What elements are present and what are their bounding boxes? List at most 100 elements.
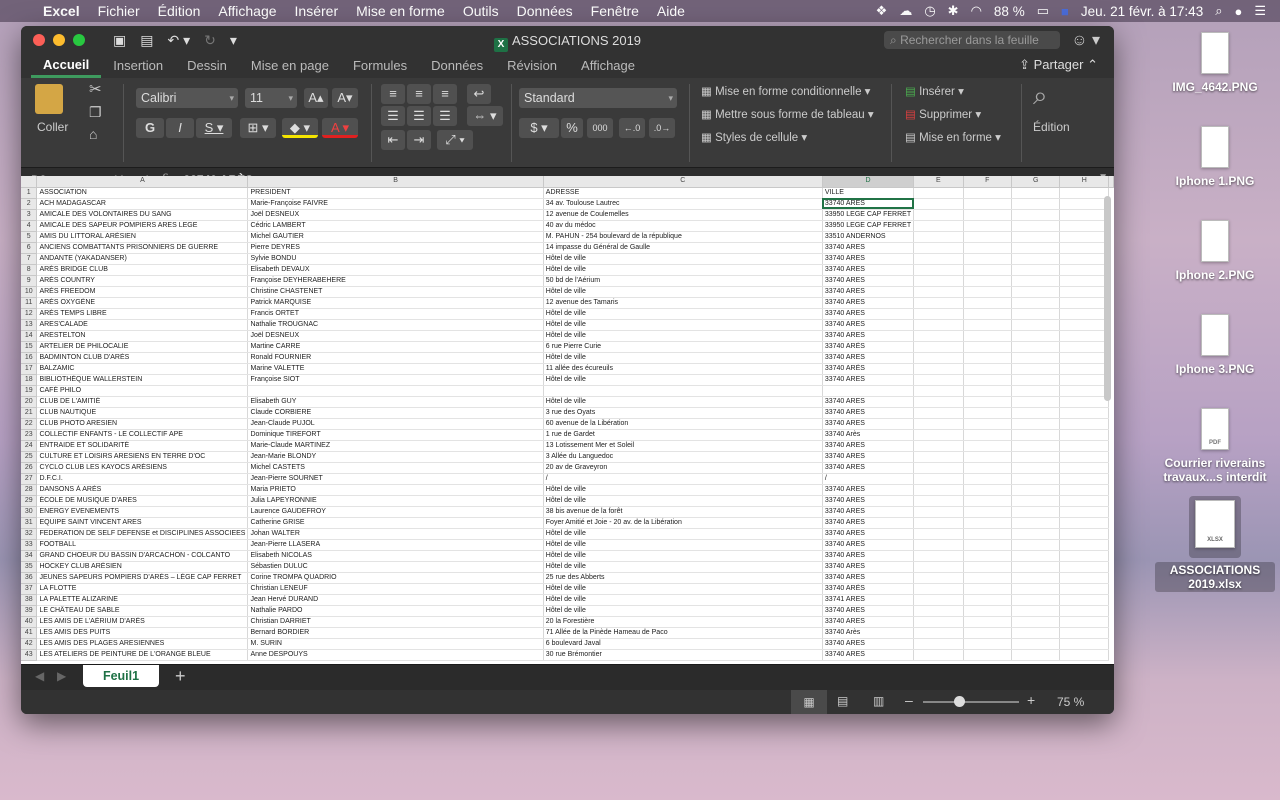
zoom-slider-knob[interactable] xyxy=(954,696,966,707)
cell[interactable] xyxy=(1059,638,1109,650)
cell[interactable]: CLUB PHOTO ARESIEN xyxy=(36,418,249,430)
cell[interactable]: LES AMIS DE L'AÉRIUM D'ARÈS xyxy=(36,616,249,628)
cell[interactable] xyxy=(963,594,1013,606)
cell[interactable]: Ronald FOURNIER xyxy=(247,352,544,364)
fill-color-button[interactable]: ◆ ▾ xyxy=(282,118,318,138)
cell[interactable] xyxy=(963,352,1013,364)
cell[interactable] xyxy=(1011,484,1061,496)
cell[interactable]: 33950 LEGE CAP FERRET xyxy=(822,220,915,232)
row-header[interactable]: 9 xyxy=(21,275,38,287)
cell[interactable] xyxy=(963,517,1013,529)
cell[interactable]: 1 rue de Gardet xyxy=(543,429,823,441)
cell[interactable]: 3 rue des Oyats xyxy=(543,407,823,419)
cell[interactable] xyxy=(963,286,1013,298)
normal-view-button[interactable]: ▦ xyxy=(791,690,827,714)
number-format-select[interactable]: Standard xyxy=(519,88,677,108)
copy-icon[interactable]: ❐ xyxy=(89,104,102,121)
cell[interactable] xyxy=(1059,594,1109,606)
row-header[interactable]: 24 xyxy=(21,440,38,452)
bold-button[interactable]: G xyxy=(136,118,164,138)
cell[interactable]: ARÈS TEMPS LIBRE xyxy=(36,308,249,320)
tab-donnees[interactable]: Données xyxy=(419,54,495,78)
cell[interactable] xyxy=(1011,638,1061,650)
align-middle-button[interactable]: ≡ xyxy=(407,84,431,104)
next-sheet-icon[interactable]: ▶ xyxy=(57,669,66,683)
cell[interactable] xyxy=(963,275,1013,287)
cell[interactable] xyxy=(913,539,964,551)
cell[interactable]: ARTELIER DE PHILOCALIE xyxy=(36,341,249,353)
cell[interactable] xyxy=(913,253,964,265)
page-break-view-icon[interactable]: ▥ xyxy=(873,694,884,708)
previous-sheet-icon[interactable]: ◀ xyxy=(35,669,44,683)
cell[interactable]: 33740 ARES xyxy=(822,396,915,408)
cell[interactable] xyxy=(1059,561,1109,573)
cell[interactable] xyxy=(1059,319,1109,331)
cell[interactable] xyxy=(1059,517,1109,529)
cell[interactable]: Christian DARRIET xyxy=(247,616,544,628)
zoom-window-button[interactable] xyxy=(73,34,85,46)
cell[interactable] xyxy=(963,539,1013,551)
menubar-clock[interactable]: Jeu. 21 févr. à 17:43 xyxy=(1081,4,1203,19)
cell[interactable]: Elisabeth DEVAUX xyxy=(247,264,544,276)
tab-insertion[interactable]: Insertion xyxy=(101,54,175,78)
row-header[interactable]: 20 xyxy=(21,396,38,408)
cell[interactable]: 33740 ARES xyxy=(822,330,915,342)
row-header[interactable]: 25 xyxy=(21,451,38,463)
cell[interactable] xyxy=(1011,374,1061,386)
cell[interactable]: ARÈS COUNTRY xyxy=(36,275,249,287)
cell[interactable] xyxy=(913,462,964,474)
tab-formules[interactable]: Formules xyxy=(341,54,419,78)
cell[interactable] xyxy=(963,451,1013,463)
cell[interactable]: 33740 ARES xyxy=(822,462,915,474)
cell[interactable]: BADMINTON CLUB D'ARÈS xyxy=(36,352,249,364)
cell-styles-button[interactable]: ▦ Styles de cellule ▾ xyxy=(701,130,807,144)
cell[interactable] xyxy=(963,429,1013,441)
cell[interactable] xyxy=(913,275,964,287)
tab-revision[interactable]: Révision xyxy=(495,54,569,78)
minimize-window-button[interactable] xyxy=(53,34,65,46)
font-name-select[interactable]: Calibri xyxy=(136,88,238,108)
align-center-button[interactable]: ☰ xyxy=(407,106,431,126)
cell[interactable] xyxy=(822,385,915,397)
cell[interactable]: 20 av de Graveyron xyxy=(543,462,823,474)
cell[interactable]: Catherine GRISE xyxy=(247,517,544,529)
cell[interactable]: 33740 ARES xyxy=(822,484,915,496)
cell[interactable] xyxy=(963,506,1013,518)
cell[interactable]: 60 avenue de la Libération xyxy=(543,418,823,430)
column-header[interactable]: H xyxy=(1059,176,1109,188)
cell[interactable]: JEUNES SAPEURS POMPIERS D'ARÈS – LÈGE CA… xyxy=(36,572,249,584)
close-window-button[interactable] xyxy=(33,34,45,46)
cell[interactable]: ÉCOLE DE MUSIQUE D'ARES xyxy=(36,495,249,507)
align-left-button[interactable]: ☰ xyxy=(381,106,405,126)
cut-icon[interactable]: ✂ xyxy=(89,80,102,98)
cell[interactable]: Pierre DEYRES xyxy=(247,242,544,254)
cell[interactable]: 25 rue des Abberts xyxy=(543,572,823,584)
find-magnifier-icon[interactable]: ⌕ xyxy=(1033,80,1048,112)
desktop-file-img-4642[interactable]: IMG_4642.PNG xyxy=(1155,32,1275,94)
cell[interactable] xyxy=(1059,253,1109,265)
cell[interactable] xyxy=(913,484,964,496)
borders-button[interactable]: ⊞ ▾ xyxy=(240,118,276,138)
cell[interactable]: Johan WALTER xyxy=(247,528,544,540)
cell[interactable]: Hôtel de ville xyxy=(543,484,823,496)
dropbox-icon[interactable]: ❖ xyxy=(876,3,888,19)
cell[interactable]: Bernard BORDIER xyxy=(247,627,544,639)
cell[interactable]: GRAND CHOEUR DU BASSIN D'ARCACHON - COLC… xyxy=(36,550,249,562)
cell[interactable] xyxy=(913,418,964,430)
cell[interactable] xyxy=(1059,528,1109,540)
cell[interactable]: Hôtel de ville xyxy=(543,319,823,331)
notification-center-icon[interactable]: ☰ xyxy=(1254,3,1266,19)
spreadsheet-grid[interactable]: ABCDEFGH 1 ASSOCIATION PRESIDENT ADRESSE VIL… xyxy=(21,176,1114,664)
merge-center-button[interactable]: ⇔ ▾ xyxy=(467,106,503,126)
cell[interactable] xyxy=(963,495,1013,507)
cell[interactable]: Christine CHASTENET xyxy=(247,286,544,298)
cell[interactable] xyxy=(963,231,1013,243)
select-all-corner[interactable] xyxy=(21,176,38,188)
cell[interactable] xyxy=(913,363,964,375)
cell[interactable] xyxy=(1011,407,1061,419)
cell[interactable] xyxy=(1011,253,1061,265)
cell[interactable] xyxy=(1059,187,1109,199)
cell[interactable]: Hôtel de ville xyxy=(543,528,823,540)
cell[interactable]: Elisabeth NICOLAS xyxy=(247,550,544,562)
cell[interactable] xyxy=(1059,198,1109,210)
